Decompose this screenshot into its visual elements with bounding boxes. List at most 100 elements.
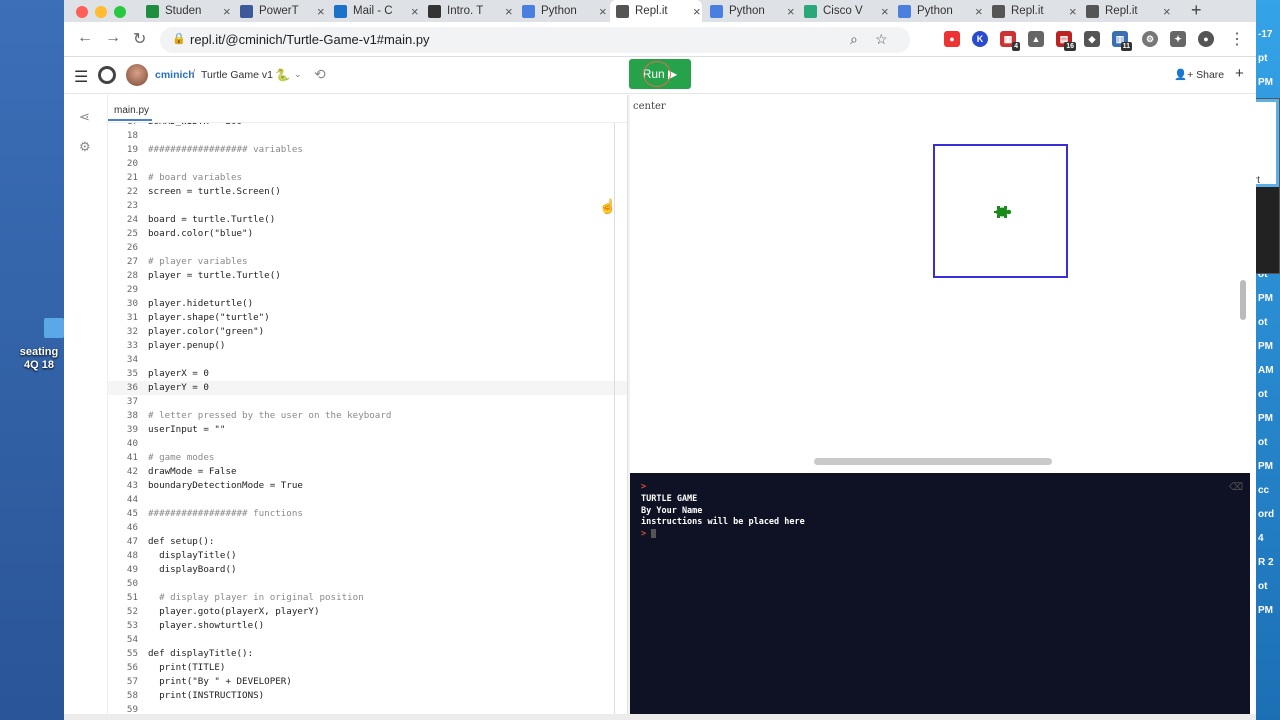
code-line[interactable]: 56 print(TITLE) <box>108 661 627 675</box>
code-line[interactable]: 58 print(INSTRUCTIONS) <box>108 689 627 703</box>
code-line[interactable]: 24 board = turtle.Turtle() <box>108 213 627 227</box>
desktop-file-label[interactable]: PM <box>1258 462 1280 472</box>
code-line[interactable]: 25 board.color("blue") <box>108 227 627 241</box>
code-line[interactable]: 26 <box>108 241 627 255</box>
desktop-file-label[interactable]: ot <box>1258 318 1280 328</box>
code-line[interactable]: 34 <box>108 353 627 367</box>
desktop-file-label[interactable]: PM <box>1258 342 1280 352</box>
code-line[interactable]: 29 <box>108 283 627 297</box>
profile-icon[interactable]: ● <box>1198 31 1214 47</box>
code-line[interactable]: 48 displayTitle() <box>108 549 627 563</box>
browser-tab[interactable]: Repl.it × <box>1080 0 1172 22</box>
run-button[interactable]: Run ▶ <box>629 59 691 89</box>
folder-icon[interactable] <box>44 318 64 338</box>
close-tab-icon[interactable]: × <box>787 4 795 19</box>
code-line[interactable]: 20 <box>108 157 627 171</box>
desktop-file-label[interactable]: cc <box>1258 486 1280 496</box>
console[interactable]: > TURTLE GAME By Your Name instructions … <box>630 473 1250 720</box>
omnibox[interactable]: 🔒 repl.it/@cminich/Turtle-Game-v1#main.p… <box>160 27 910 53</box>
code-line[interactable]: 40 <box>108 437 627 451</box>
code-area[interactable]: 17BOARD_WIDTH = 2001819#################… <box>108 123 627 715</box>
code-line[interactable]: 43 boundaryDetectionMode = True <box>108 479 627 493</box>
kebab-menu-icon[interactable]: ⋮ <box>1229 29 1245 49</box>
desktop-folder-label[interactable]: seating 4Q 18 <box>14 346 64 372</box>
browser-tab[interactable]: Repl.it × <box>986 0 1078 22</box>
code-line[interactable]: 19 ################## variables <box>108 143 627 157</box>
puzzle-icon[interactable]: ✦ <box>1170 31 1186 47</box>
replit-logo[interactable] <box>98 66 116 84</box>
code-line[interactable]: 44 <box>108 493 627 507</box>
maximize-window-icon[interactable] <box>114 6 126 18</box>
code-line[interactable]: 39 userInput = "" <box>108 423 627 437</box>
close-tab-icon[interactable]: × <box>599 4 607 19</box>
code-line[interactable]: 30 player.hideturtle() <box>108 297 627 311</box>
username-link[interactable]: cminich <box>155 69 195 81</box>
code-line[interactable]: 36 playerY = 0 <box>108 381 627 395</box>
code-line[interactable]: 21 # board variables <box>108 171 627 185</box>
close-tab-icon[interactable]: × <box>693 4 701 19</box>
code-line[interactable]: 51 # display player in original position <box>108 591 627 605</box>
settings-icon[interactable]: ⚙ <box>1142 31 1158 47</box>
chevron-down-icon[interactable]: ⌄ <box>294 69 302 80</box>
code-line[interactable]: 46 <box>108 521 627 535</box>
history-icon[interactable]: ⟲ <box>314 66 326 83</box>
drive-icon[interactable]: ▲ <box>1028 31 1044 47</box>
add-icon[interactable]: + <box>1235 65 1244 82</box>
browser-tab[interactable]: Python × <box>516 0 608 22</box>
code-line[interactable]: 22 screen = turtle.Screen() <box>108 185 627 199</box>
code-line[interactable]: 33 player.penup() <box>108 339 627 353</box>
desktop-file-label[interactable]: pt <box>1258 54 1280 64</box>
desktop-file-label[interactable]: PM <box>1258 414 1280 424</box>
shield-icon[interactable]: ◆ <box>1084 31 1100 47</box>
browser-tab[interactable]: Studen × <box>140 0 232 22</box>
calendar-icon[interactable]: ▥ 11 <box>1112 31 1132 51</box>
code-line[interactable]: 53 player.showturtle() <box>108 619 627 633</box>
project-name[interactable]: Turtle Game v1 <box>201 69 273 81</box>
desktop-file-label[interactable]: PM <box>1258 78 1280 88</box>
reload-icon[interactable]: ↻ <box>133 29 146 49</box>
code-line[interactable]: 42 drawMode = False <box>108 465 627 479</box>
code-line[interactable]: 54 <box>108 633 627 647</box>
code-line[interactable]: 45 ################## functions <box>108 507 627 521</box>
close-tab-icon[interactable]: × <box>317 4 325 19</box>
browser-tab[interactable]: Repl.it × <box>610 0 702 22</box>
close-tab-icon[interactable]: × <box>505 4 513 19</box>
code-line[interactable]: 28 player = turtle.Turtle() <box>108 269 627 283</box>
desktop-file-label[interactable]: PM <box>1258 606 1280 616</box>
close-tab-icon[interactable]: × <box>881 4 889 19</box>
close-window-icon[interactable] <box>76 6 88 18</box>
forward-icon[interactable]: → <box>105 29 121 47</box>
zoom-icon[interactable]: ⌕ <box>850 31 858 48</box>
gear-icon[interactable]: ⚙ <box>79 139 91 155</box>
extension-icon[interactable]: ▤ 16 <box>1056 31 1076 51</box>
extension-icon[interactable]: ● <box>944 31 960 47</box>
code-line[interactable]: 47 def setup(): <box>108 535 627 549</box>
code-line[interactable]: 23 <box>108 199 627 213</box>
canvas-horizontal-scrollbar[interactable] <box>814 458 1052 465</box>
browser-tab[interactable]: Python × <box>704 0 796 22</box>
desktop-file-label[interactable]: -17 <box>1258 30 1280 40</box>
browser-tab[interactable]: Python × <box>892 0 984 22</box>
clear-console-icon[interactable]: ⌫ <box>1229 482 1243 493</box>
desktop-file-label[interactable]: AM <box>1258 366 1280 376</box>
code-line[interactable]: 18 <box>108 129 627 143</box>
code-line[interactable]: 50 <box>108 577 627 591</box>
code-line[interactable]: 31 player.shape("turtle") <box>108 311 627 325</box>
desktop-file-label[interactable]: ord <box>1258 510 1280 520</box>
code-line[interactable]: 49 displayBoard() <box>108 563 627 577</box>
close-tab-icon[interactable]: × <box>1163 4 1171 19</box>
close-tab-icon[interactable]: × <box>411 4 419 19</box>
back-icon[interactable]: ← <box>77 29 93 47</box>
code-line[interactable]: 35 playerX = 0 <box>108 367 627 381</box>
close-tab-icon[interactable]: × <box>223 4 231 19</box>
desktop-file-label[interactable]: ot <box>1258 582 1280 592</box>
desktop-file-label[interactable]: 4 <box>1258 534 1280 544</box>
k-extension-icon[interactable]: K <box>972 31 988 47</box>
close-tab-icon[interactable]: × <box>1069 4 1077 19</box>
canvas-vertical-scrollbar[interactable] <box>1240 280 1246 320</box>
bookmark-star-icon[interactable]: ☆ <box>875 31 888 48</box>
code-line[interactable]: 57 print("By " + DEVELOPER) <box>108 675 627 689</box>
share-nodes-icon[interactable]: ⋖ <box>79 109 90 125</box>
browser-tab[interactable]: Cisco V × <box>798 0 890 22</box>
desktop-file-label[interactable]: R 2 <box>1258 558 1280 568</box>
